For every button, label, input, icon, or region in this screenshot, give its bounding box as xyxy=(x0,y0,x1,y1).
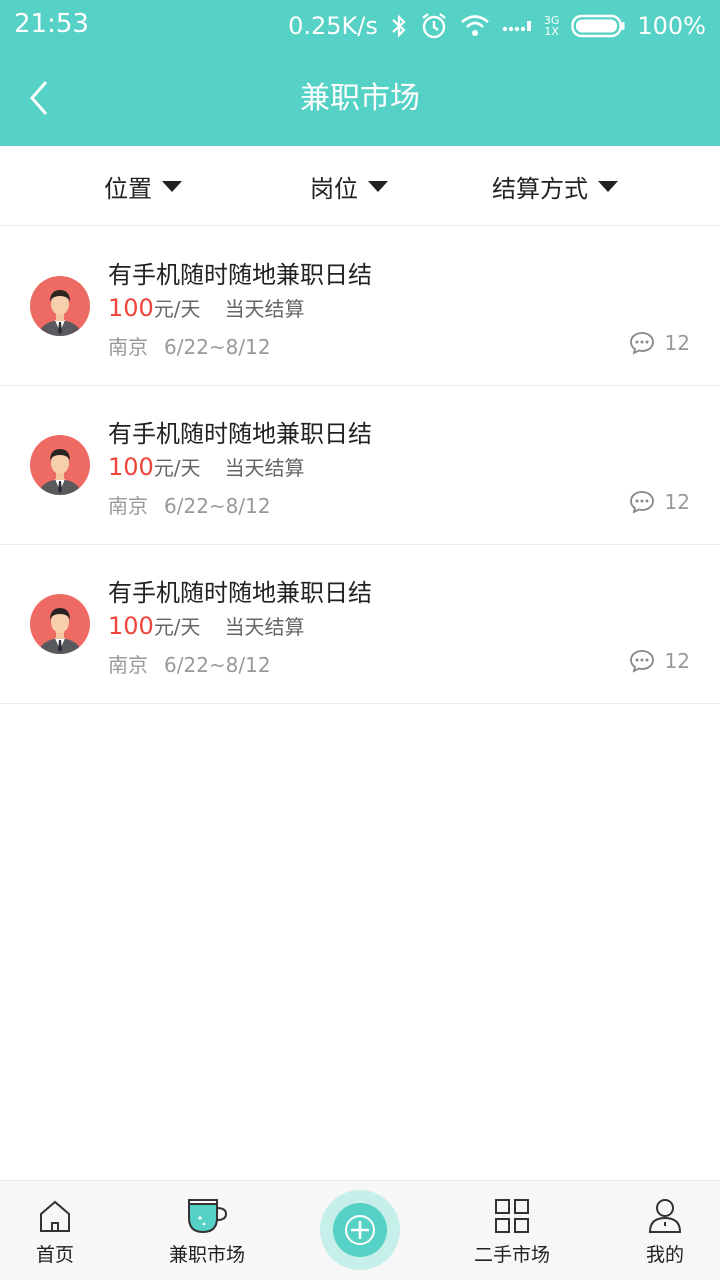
settlement-label: 当天结算 xyxy=(224,615,305,639)
job-date: 6/22~8/12 xyxy=(164,653,271,677)
comment-icon xyxy=(629,491,654,514)
grid-icon xyxy=(495,1199,529,1233)
price-value: 100 xyxy=(108,294,154,322)
tab-parttime-market[interactable]: 兼职市场 xyxy=(157,1181,257,1280)
tab-secondhand-market[interactable]: 二手市场 xyxy=(462,1181,562,1280)
comment-number: 12 xyxy=(664,331,690,355)
job-meta: 南京 6/22~8/12 xyxy=(108,490,271,519)
user-icon xyxy=(648,1199,682,1233)
add-post-button[interactable] xyxy=(320,1190,400,1270)
tab-mine[interactable]: 我的 xyxy=(638,1181,692,1280)
tab-label: 我的 xyxy=(645,1244,684,1266)
wifi-icon xyxy=(460,14,490,38)
list-item[interactable]: 有手机随时随地兼职日结 100元/天 当天结算 南京 6/22~8/12 12 xyxy=(0,227,720,386)
caret-down-icon xyxy=(598,180,618,192)
job-title: 有手机随时随地兼职日结 xyxy=(108,261,372,289)
comment-number: 12 xyxy=(664,649,690,673)
battery-icon xyxy=(571,14,625,38)
caret-down-icon xyxy=(162,180,182,192)
tab-label: 兼职市场 xyxy=(168,1244,245,1266)
status-icons: 0.25K/s 3G 1X 100% xyxy=(288,9,706,43)
price-row: 100元/天 当天结算 xyxy=(108,611,305,640)
price-unit: 元/天 xyxy=(153,615,201,639)
filter-settlement[interactable]: 结算方式 xyxy=(492,146,618,226)
job-meta: 南京 6/22~8/12 xyxy=(108,331,271,360)
price-unit: 元/天 xyxy=(153,297,201,321)
settlement-label: 当天结算 xyxy=(224,297,305,321)
price-value: 100 xyxy=(108,453,154,481)
job-title: 有手机随时随地兼职日结 xyxy=(108,420,372,448)
avatar xyxy=(30,435,90,495)
job-meta: 南京 6/22~8/12 xyxy=(108,649,271,678)
list-item[interactable]: 有手机随时随地兼职日结 100元/天 当天结算 南京 6/22~8/12 12 xyxy=(0,545,720,704)
job-city: 南京 xyxy=(108,494,148,518)
filter-location[interactable]: 位置 xyxy=(104,146,182,226)
page-title: 兼职市场 xyxy=(300,81,420,116)
cell-signal-icon xyxy=(502,19,532,33)
job-date: 6/22~8/12 xyxy=(164,494,271,518)
price-value: 100 xyxy=(108,612,154,640)
comment-count[interactable]: 12 xyxy=(629,649,690,673)
caret-down-icon xyxy=(368,180,388,192)
comment-icon xyxy=(629,650,654,673)
filter-label: 结算方式 xyxy=(492,174,588,203)
status-time: 21:53 xyxy=(14,9,89,39)
alarm-icon xyxy=(420,12,448,40)
comment-number: 12 xyxy=(664,490,690,514)
filter-label: 岗位 xyxy=(310,174,358,203)
list-item[interactable]: 有手机随时随地兼职日结 100元/天 当天结算 南京 6/22~8/12 12 xyxy=(0,386,720,545)
price-row: 100元/天 当天结算 xyxy=(108,452,305,481)
job-city: 南京 xyxy=(108,335,148,359)
job-title: 有手机随时随地兼职日结 xyxy=(108,579,372,607)
cup-icon xyxy=(188,1199,228,1234)
battery-percent: 100% xyxy=(637,12,706,40)
price-unit: 元/天 xyxy=(153,456,201,480)
tab-home[interactable]: 首页 xyxy=(28,1181,82,1280)
tab-label: 首页 xyxy=(35,1244,74,1266)
comment-count[interactable]: 12 xyxy=(629,331,690,355)
status-bar: 21:53 0.25K/s 3G 1X 100% xyxy=(0,0,720,50)
filter-position[interactable]: 岗位 xyxy=(310,146,388,226)
job-date: 6/22~8/12 xyxy=(164,335,271,359)
job-list: 有手机随时随地兼职日结 100元/天 当天结算 南京 6/22~8/12 12 有手… xyxy=(0,227,720,704)
home-icon xyxy=(40,1200,70,1232)
comment-icon xyxy=(629,332,654,355)
bluetooth-icon xyxy=(390,13,408,39)
net-speed: 0.25K/s xyxy=(288,12,378,40)
avatar xyxy=(30,276,90,336)
tab-label: 二手市场 xyxy=(473,1244,550,1266)
avatar xyxy=(30,594,90,654)
price-row: 100元/天 当天结算 xyxy=(108,293,305,322)
plus-icon xyxy=(345,1215,375,1245)
job-city: 南京 xyxy=(108,653,148,677)
filter-label: 位置 xyxy=(104,174,152,203)
settlement-label: 当天结算 xyxy=(224,456,305,480)
app-header: 21:53 0.25K/s 3G 1X 100% 兼职市场 xyxy=(0,0,720,146)
filter-bar: 位置 岗位 结算方式 xyxy=(0,146,720,226)
comment-count[interactable]: 12 xyxy=(629,490,690,514)
network-type: 3G 1X xyxy=(543,14,560,38)
